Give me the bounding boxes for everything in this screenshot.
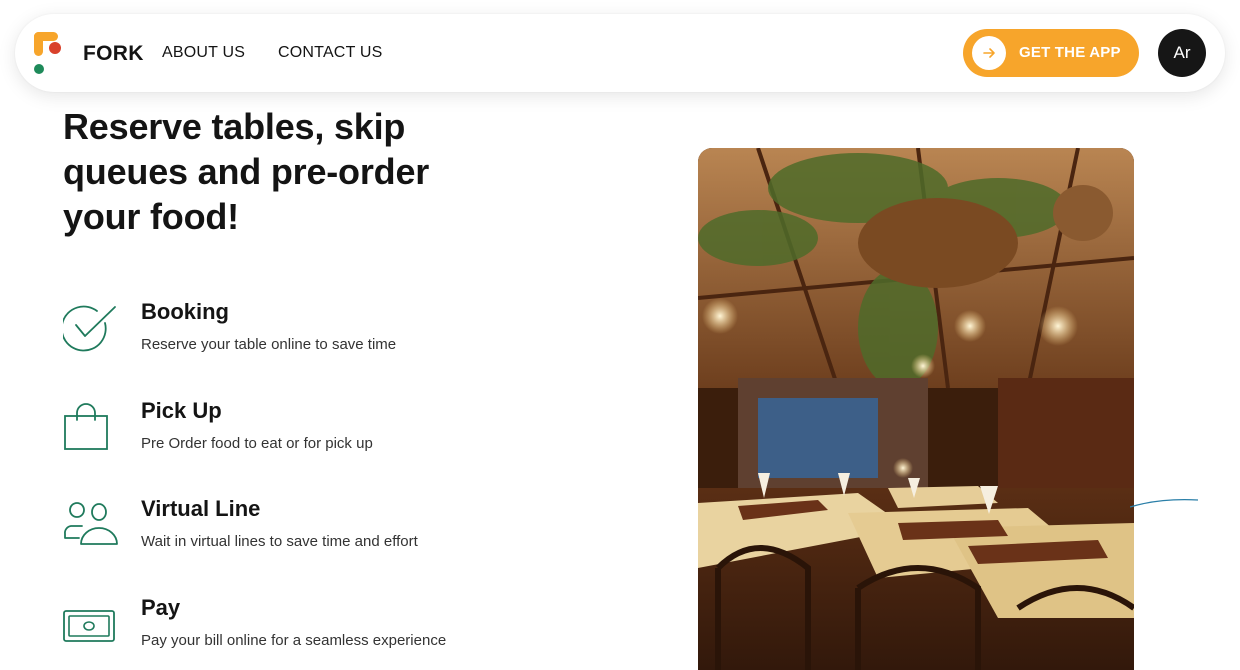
feature-title: Booking [141, 299, 229, 324]
nav-about-us[interactable]: ABOUT US [162, 44, 245, 62]
decorative-curve [1130, 499, 1199, 508]
feature-title: Pick Up [141, 398, 222, 423]
feature-title: Pay [141, 595, 181, 620]
feature-description: Pre Order food to eat or for pick up [141, 435, 373, 452]
feature-booking: Booking Reserve your table online to sav… [63, 299, 503, 363]
logo-text: FORK [83, 42, 144, 65]
feature-description: Wait in virtual lines to save time and e… [141, 533, 418, 550]
shopping-bag-icon [64, 403, 108, 450]
feature-title: Virtual Line [141, 496, 261, 521]
cta-arrow-badge [972, 36, 1006, 70]
nav-contact-us[interactable]: CONTACT US [278, 44, 383, 62]
feature-pick-up: Pick Up Pre Order food to eat or for pic… [63, 398, 503, 462]
arrow-right-icon [983, 48, 995, 58]
feature-description: Reserve your table online to save time [141, 336, 397, 353]
hero-headline: Reserve tables, skip queues and pre-orde… [63, 106, 430, 237]
navbar: FORK ABOUT US CONTACT US GET THE APP Ar [15, 14, 1225, 92]
users-icon [64, 502, 118, 545]
check-circle-icon [63, 305, 116, 352]
fork-logo[interactable]: FORK [33, 32, 143, 76]
restaurant-photo [698, 148, 1134, 670]
user-avatar[interactable]: Ar [1158, 29, 1206, 77]
fork-logo-mark-icon [34, 32, 61, 74]
banknote-icon [63, 610, 115, 642]
get-the-app-button[interactable]: GET THE APP [963, 29, 1139, 77]
cta-label: GET THE APP [1019, 44, 1121, 61]
feature-pay: Pay Pay your bill online for a seamless … [63, 595, 503, 659]
feature-virtual-line: Virtual Line Wait in virtual lines to sa… [63, 496, 503, 560]
restaurant-interior-illustration [698, 148, 1134, 670]
feature-description: Pay your bill online for a seamless expe… [141, 632, 447, 649]
